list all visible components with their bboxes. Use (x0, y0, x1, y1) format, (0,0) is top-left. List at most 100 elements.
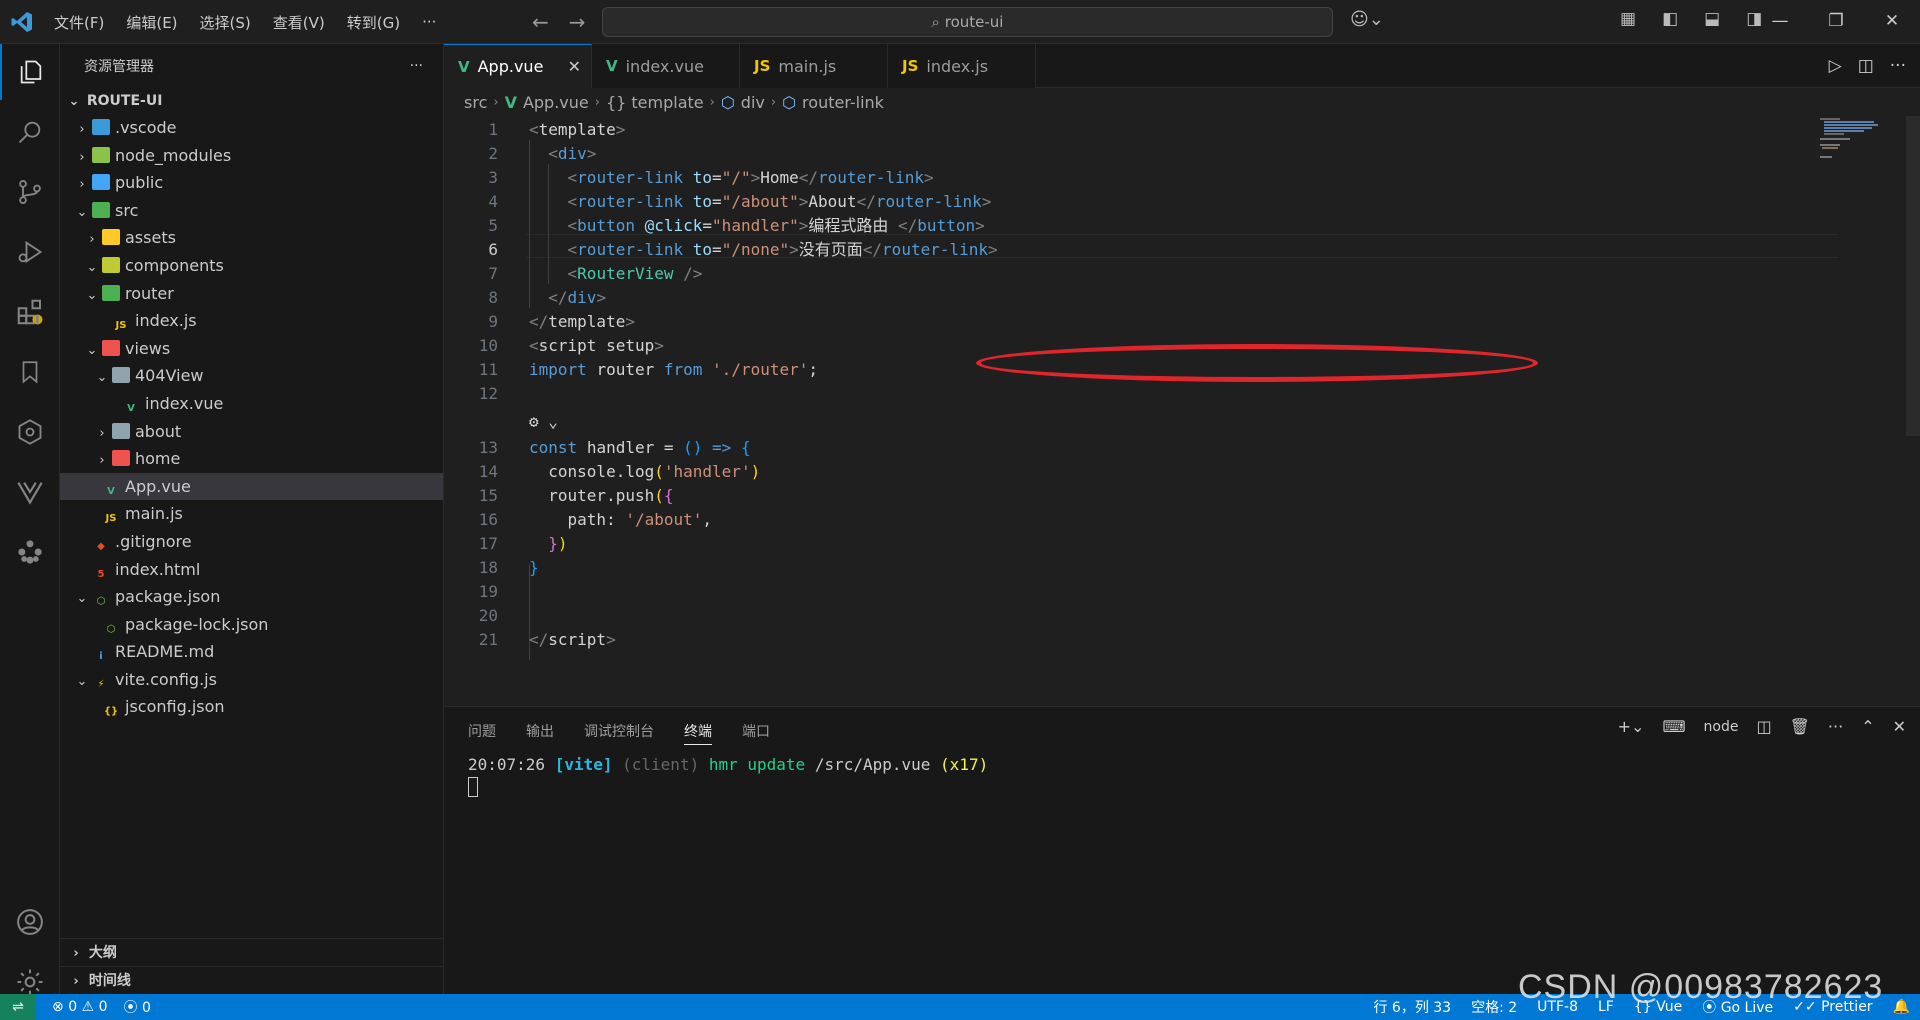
tab-index-vue[interactable]: Vindex.vue (592, 44, 740, 88)
tab-index-js[interactable]: JS index.js (888, 44, 1036, 88)
tree-item[interactable]: › public (60, 169, 443, 197)
line-number: 15 (478, 486, 498, 505)
tree-item[interactable]: ⌄ 404View (60, 362, 443, 390)
gitlens-icon[interactable] (0, 404, 60, 460)
close-window-icon[interactable]: ✕ (1864, 0, 1920, 44)
workspace-root[interactable]: ⌄ ROUTE-UI (60, 88, 443, 114)
menu-view[interactable]: 查看(V) (273, 10, 325, 35)
source-control-icon[interactable] (0, 164, 60, 220)
breadcrumb-div[interactable]: div (741, 93, 765, 112)
tree-item[interactable]: ⌄ ⬡ package.json (60, 583, 443, 611)
command-center-search[interactable]: ⌕ route-ui (602, 7, 1333, 37)
tree-item[interactable]: JS index.js (60, 307, 443, 335)
new-terminal-icon[interactable]: +⌄ (1618, 717, 1645, 736)
run-icon[interactable]: ▷ (1829, 56, 1842, 76)
tree-item[interactable]: V App.vue (60, 472, 443, 501)
extensions-icon[interactable]: ! (0, 284, 60, 340)
tab-label: App.vue (477, 57, 544, 76)
close-panel-icon[interactable]: ✕ (1893, 717, 1906, 736)
tree-item[interactable]: {} jsconfig.json (60, 693, 443, 721)
breadcrumb-file[interactable]: App.vue (523, 93, 589, 112)
code-text: ⚙ ⌄ (529, 412, 558, 431)
notifications-bell-icon[interactable]: 🔔 (1893, 999, 1910, 1015)
tree-item-label: node_modules (115, 145, 232, 165)
split-editor-icon[interactable]: ◫ (1858, 56, 1874, 76)
menu-selection[interactable]: 选择(S) (200, 10, 251, 35)
tab-terminal[interactable]: 终端 (684, 721, 712, 745)
more-icon[interactable]: ··· (1828, 717, 1843, 736)
tab-ports[interactable]: 端口 (742, 721, 770, 745)
terminal-output[interactable]: 20:07:26 [vite] (client) hmr update /src… (468, 755, 988, 774)
split-terminal-icon[interactable]: ◫ (1756, 717, 1771, 736)
vue-devtools-icon[interactable] (0, 464, 60, 520)
copilot-icon[interactable]: ☺⌄ (1350, 9, 1384, 30)
vue-file-icon: V (107, 485, 115, 497)
timeline-section[interactable]: › 时间线 (60, 966, 443, 994)
cursor-position[interactable]: 行 6，列 33 (1373, 997, 1451, 1017)
code-editor[interactable]: 1 <template> 2 <div> 3 <router-link to="/">… (444, 116, 1920, 706)
line-number: 8 (488, 288, 498, 307)
tree-item[interactable]: › home (60, 445, 443, 473)
tree-item[interactable]: ⌄ ⚡ vite.config.js (60, 666, 443, 694)
watermark: CSDN @00983782623 (1518, 968, 1884, 1006)
tab-main-js[interactable]: JS main.js (740, 44, 888, 88)
terminal-kind[interactable]: node (1704, 719, 1739, 735)
search-icon[interactable] (0, 104, 60, 160)
restore-icon[interactable]: ❐ (1808, 0, 1864, 44)
run-debug-icon[interactable] (0, 224, 60, 280)
customize-layout-icon[interactable]: ▦ (1620, 9, 1636, 29)
tab-App-vue[interactable]: V App.vue ✕ (444, 44, 592, 88)
plugin-icon[interactable] (0, 524, 60, 580)
tree-item[interactable]: i README.md (60, 638, 443, 666)
forward-arrow-icon[interactable]: → (569, 10, 586, 34)
tab-problems[interactable]: 问题 (468, 721, 496, 745)
tree-item-label: index.html (115, 559, 201, 579)
code-text: <div> (548, 144, 597, 163)
tree-item[interactable]: › assets (60, 224, 443, 252)
tree-item[interactable]: ⌄ views (60, 335, 443, 363)
tree-item[interactable]: ⬡ package-lock.json (60, 611, 443, 639)
tree-item[interactable]: 5 index.html (60, 556, 443, 584)
code-line: 14 console.log('handler') (444, 460, 1744, 484)
menu-more[interactable]: ··· (422, 11, 436, 33)
toggle-primary-sidebar-icon[interactable]: ◧ (1662, 9, 1678, 29)
breadcrumb-template[interactable]: {} template (606, 93, 704, 112)
menu-edit[interactable]: 编辑(E) (126, 10, 177, 35)
menu-file[interactable]: 文件(F) (54, 10, 104, 35)
breadcrumb-src[interactable]: src (464, 93, 487, 112)
line-number: 12 (478, 384, 498, 403)
maximize-panel-icon[interactable]: ⌃ (1861, 717, 1874, 736)
more-actions-icon[interactable]: ··· (1890, 56, 1906, 76)
accounts-icon[interactable] (0, 894, 60, 950)
bookmark-icon[interactable] (0, 344, 60, 400)
code-text: console.log('handler') (548, 462, 761, 481)
tree-item[interactable]: Vindex.vue (60, 390, 443, 418)
indentation[interactable]: 空格: 2 (1471, 997, 1517, 1017)
minimize-icon[interactable]: — (1752, 0, 1808, 44)
problems-status[interactable]: ⊗ 0 ⚠ 0 (52, 999, 108, 1015)
tree-item[interactable]: ⌄ src (60, 197, 443, 225)
tree-item[interactable]: JS main.js (60, 500, 443, 528)
trash-icon[interactable]: 🗑 (1790, 717, 1810, 736)
editor-scrollbar[interactable] (1906, 116, 1920, 436)
tree-item[interactable]: › about (60, 418, 443, 446)
tab-output[interactable]: 输出 (526, 721, 554, 745)
tree-item[interactable]: ◆ .gitignore (60, 528, 443, 556)
ports-status[interactable]: ⦿ 0 (124, 997, 151, 1017)
remote-icon[interactable]: ⇌ (0, 994, 36, 1020)
explorer-icon[interactable] (0, 44, 60, 100)
vscode-logo-icon (10, 10, 34, 34)
close-tab-icon[interactable]: ✕ (568, 57, 581, 76)
tree-item[interactable]: › node_modules (60, 142, 443, 170)
back-arrow-icon[interactable]: ← (532, 10, 549, 34)
toggle-panel-icon[interactable]: ⬓ (1704, 9, 1720, 29)
tree-item[interactable]: ⌄ components (60, 252, 443, 280)
minimap[interactable] (1800, 116, 1920, 706)
tab-debug-console[interactable]: 调试控制台 (584, 721, 654, 745)
menu-go[interactable]: 转到(G) (347, 10, 400, 35)
explorer-more-icon[interactable]: ··· (410, 58, 423, 74)
tree-item[interactable]: › .vscode (60, 114, 443, 142)
tree-item[interactable]: ⌄ router (60, 280, 443, 308)
outline-section[interactable]: › 大纲 (60, 938, 443, 966)
breadcrumb-router-link[interactable]: router-link (802, 93, 884, 112)
